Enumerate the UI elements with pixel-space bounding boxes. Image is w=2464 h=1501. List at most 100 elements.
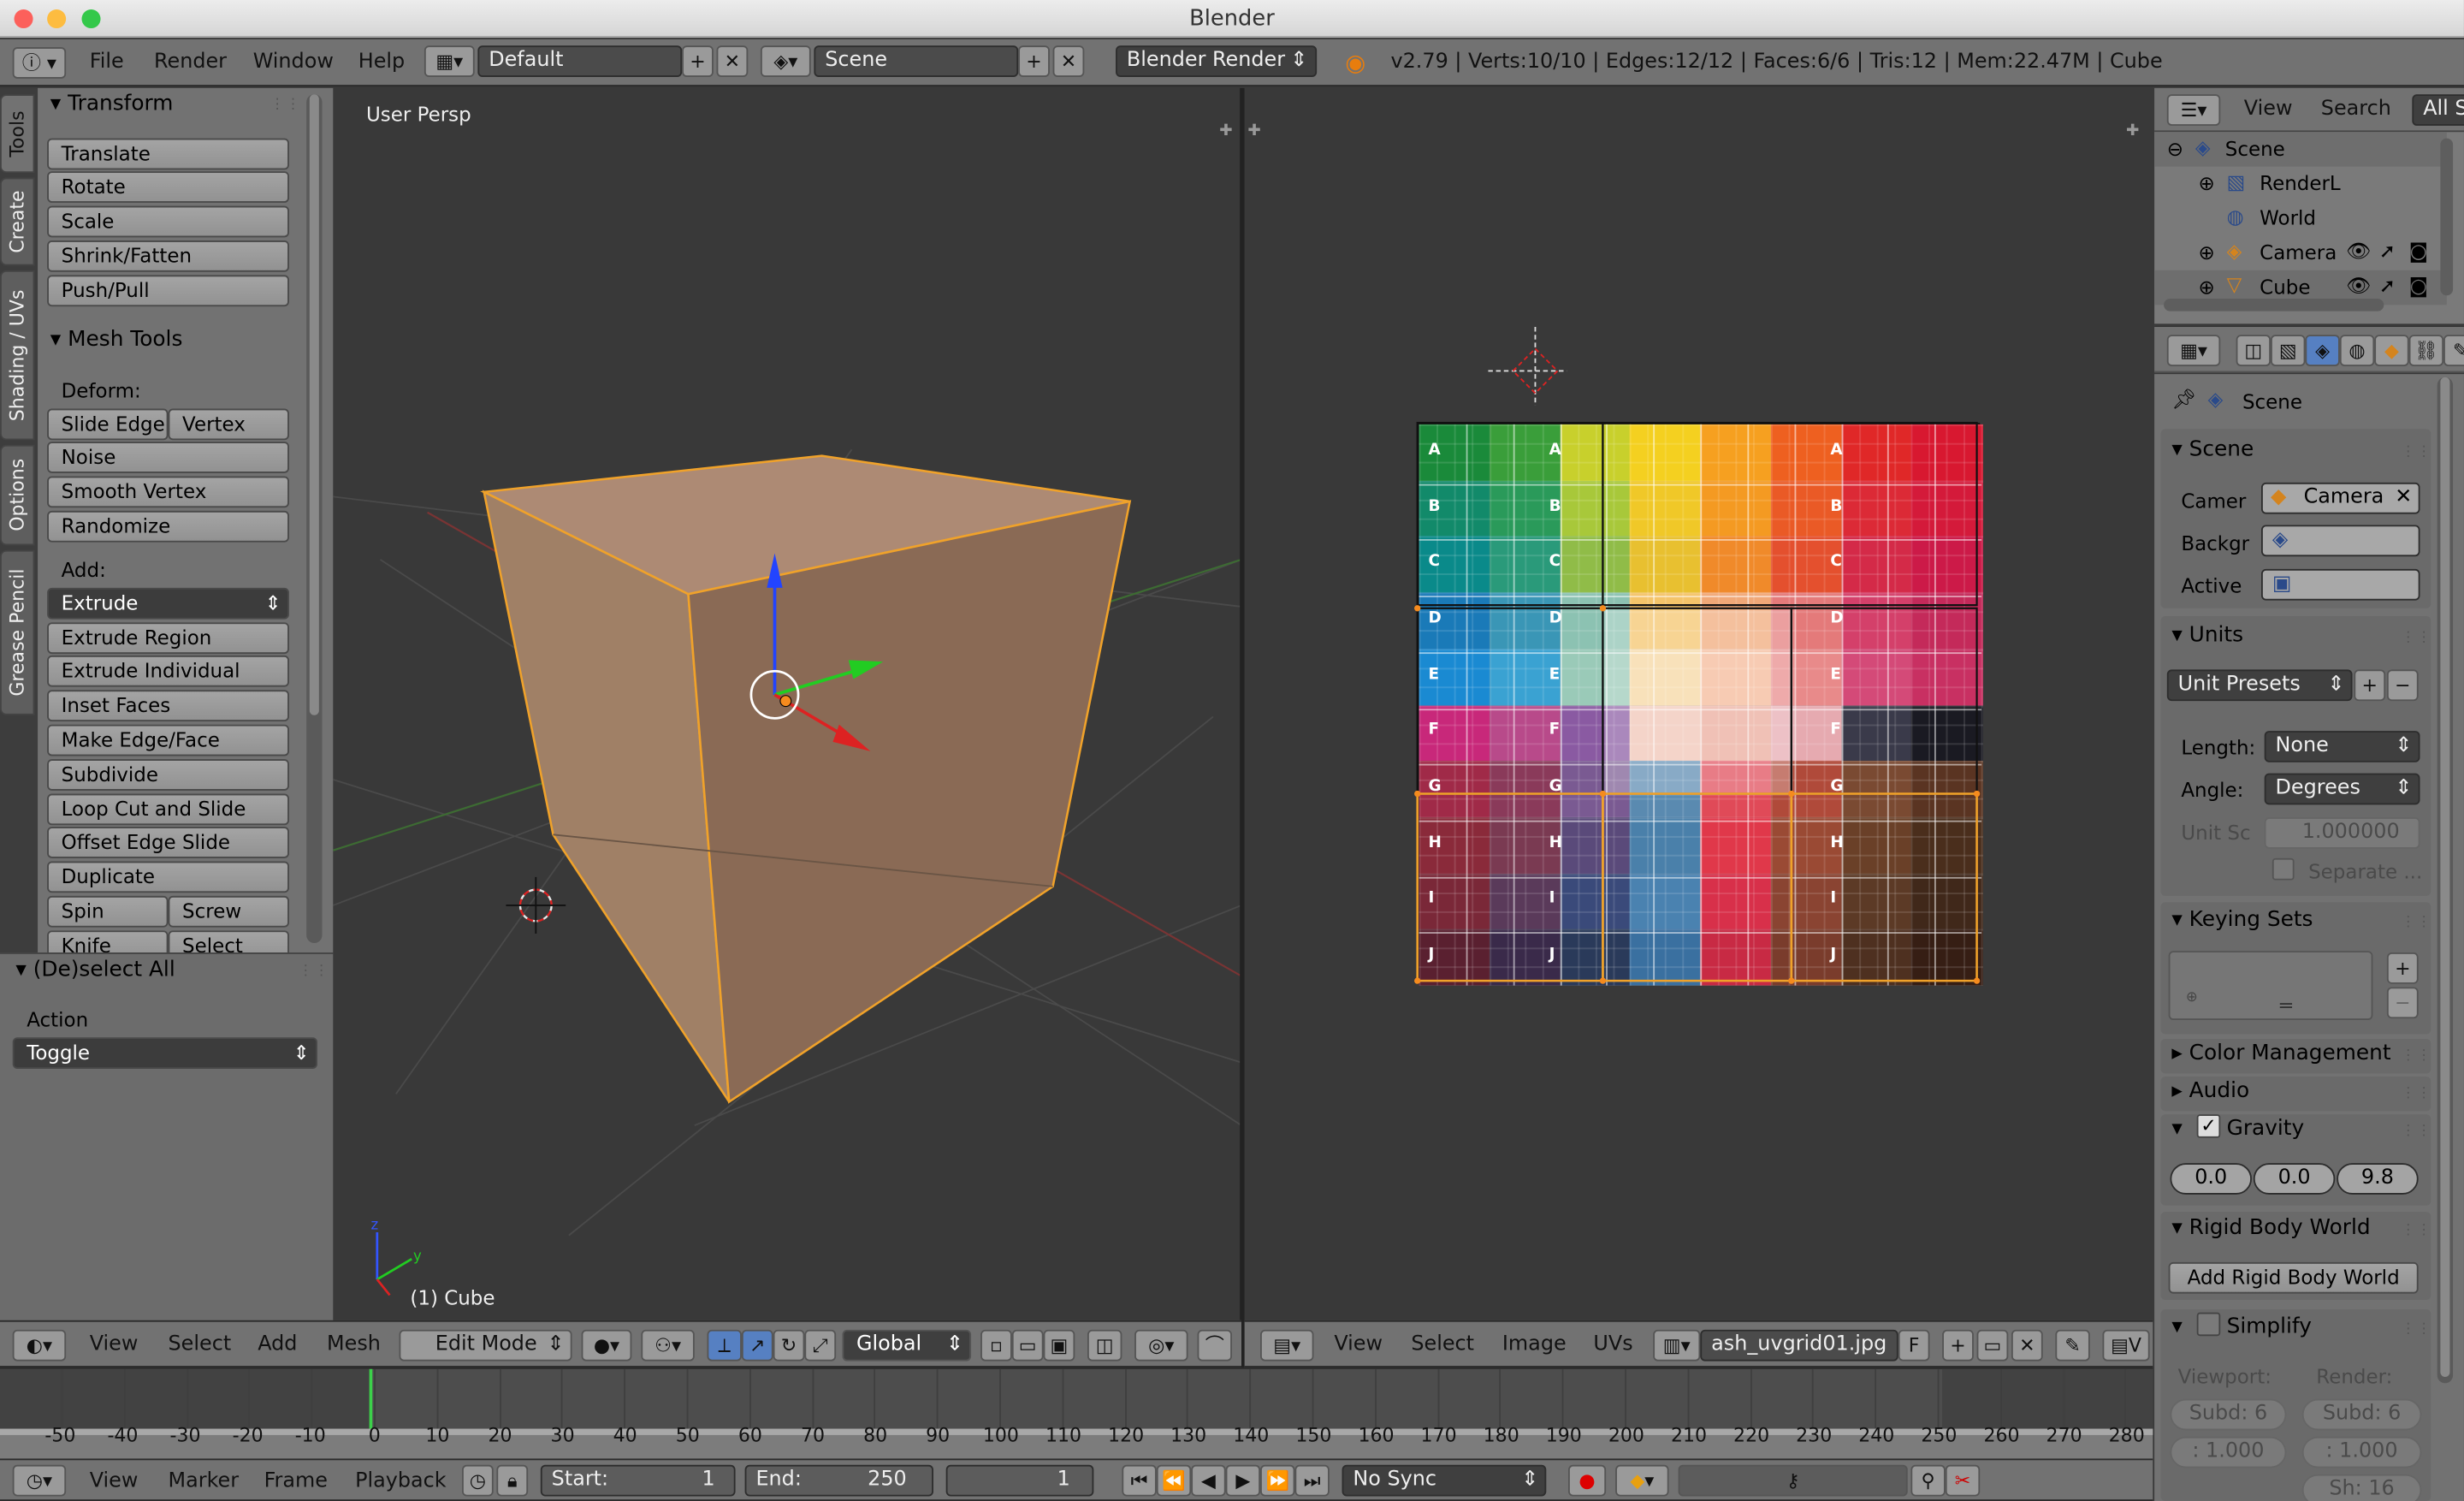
- menu-marker[interactable]: Marker: [169, 1460, 240, 1501]
- menu-view[interactable]: View: [90, 1460, 139, 1501]
- menu-add[interactable]: Add: [258, 1322, 297, 1369]
- extrude-dropdown[interactable]: Extrude ⇕: [47, 587, 289, 620]
- offset-edge-slide-button[interactable]: Offset Edge Slide: [47, 827, 289, 858]
- drag-handle-icon[interactable]: ⋮⋮: [2401, 631, 2432, 646]
- uv-vertex[interactable]: [1599, 605, 1607, 612]
- orientation-dropdown[interactable]: Global ⇕: [842, 1329, 972, 1362]
- menu-view[interactable]: View: [90, 1322, 139, 1369]
- expand-icon[interactable]: ⊕: [2199, 240, 2215, 264]
- shadow-samples-field[interactable]: Sh: 16: [2301, 1474, 2422, 1501]
- uv-vertex[interactable]: [1599, 790, 1607, 798]
- camera-field[interactable]: ◆ Camera ✕: [2261, 482, 2420, 514]
- slide-edge-button[interactable]: Slide Edge: [47, 408, 169, 441]
- pin-icon[interactable]: 📌︎: [2171, 387, 2196, 412]
- editor-type-3d-icon[interactable]: ◐▾: [12, 1329, 67, 1362]
- selectability-cursor-icon[interactable]: ➚: [2379, 239, 2396, 263]
- mode-dropdown[interactable]: Edit Mode ⇕: [399, 1329, 572, 1362]
- smooth-vertex-button[interactable]: Smooth Vertex: [47, 476, 289, 508]
- gravity-y-field[interactable]: 0.0: [2253, 1163, 2336, 1195]
- loop-cut-and-slide-button[interactable]: Loop Cut and Slide: [47, 793, 289, 826]
- play-reverse-icon[interactable]: ◀: [1191, 1464, 1226, 1497]
- layout-name-field[interactable]: Default: [477, 45, 683, 77]
- image-browse-icon[interactable]: ▥▾: [1653, 1329, 1701, 1362]
- collapse-icon[interactable]: ⊖: [2167, 137, 2183, 161]
- uv-vertex[interactable]: [1973, 790, 1981, 798]
- drag-handle-icon[interactable]: ⋮⋮: [270, 98, 302, 113]
- uv-vertex[interactable]: [1788, 790, 1795, 798]
- outliner-vscrollbar[interactable]: [2440, 138, 2454, 296]
- gravity-z-field[interactable]: 9.8: [2337, 1163, 2419, 1195]
- scene-panel-header[interactable]: ▾ Scene: [2171, 437, 2254, 462]
- color-management-panel-header[interactable]: ▸ Color Management: [2171, 1041, 2390, 1065]
- renderability-camera-icon[interactable]: ◙: [2409, 239, 2428, 263]
- editor-type-timeline-icon[interactable]: ◷▾: [12, 1464, 67, 1497]
- drag-handle-icon[interactable]: ⋮⋮: [2401, 1223, 2432, 1238]
- start-frame-field[interactable]: Start: 1: [540, 1464, 736, 1497]
- spin-button[interactable]: Spin: [47, 895, 169, 928]
- remove-preset-icon[interactable]: −: [2386, 669, 2419, 702]
- editor-type-properties-icon[interactable]: ▦▾: [2166, 335, 2221, 366]
- simplify-checkbox[interactable]: [2196, 1312, 2221, 1337]
- separate-units-checkbox[interactable]: [2272, 857, 2295, 881]
- delete-keyframe-icon[interactable]: ✂: [1945, 1464, 1981, 1497]
- uv-island-edge[interactable]: [1602, 792, 1793, 982]
- visibility-eye-icon[interactable]: 👁︎: [2346, 239, 2371, 264]
- uv-island-edge[interactable]: [1602, 421, 1978, 607]
- make-edge-face-button[interactable]: Make Edge/Face: [47, 724, 289, 756]
- units-panel-header[interactable]: ▾ Units: [2171, 622, 2243, 647]
- keying-sets-list[interactable]: ═ ⊕: [2168, 951, 2373, 1021]
- mesh-tools-panel-header[interactable]: ▾ Mesh Tools: [50, 327, 183, 352]
- menu-render[interactable]: Render: [154, 39, 227, 86]
- randomize-button[interactable]: Randomize: [47, 510, 289, 543]
- translate-manipulator-icon[interactable]: ↗: [741, 1329, 773, 1362]
- unlink-image-icon[interactable]: ✕: [2011, 1329, 2043, 1362]
- tab-shading-uvs[interactable]: Shading / UVs: [0, 270, 35, 441]
- outliner-item-world[interactable]: World: [2260, 206, 2316, 230]
- extrude-individual-button[interactable]: Extrude Individual: [47, 655, 289, 687]
- drag-handle-icon[interactable]: ⋮⋮: [2401, 1322, 2432, 1338]
- tab-tools[interactable]: Tools: [0, 94, 35, 174]
- select-button[interactable]: Select: [168, 930, 289, 953]
- new-image-icon[interactable]: +: [1942, 1329, 1974, 1362]
- unit-scale-field[interactable]: 1.000000: [2264, 817, 2420, 849]
- drag-handle-icon[interactable]: ⋮⋮: [2401, 1086, 2432, 1101]
- background-scene-field[interactable]: ◈: [2261, 525, 2420, 557]
- view-mode-icon[interactable]: ▤V: [2102, 1329, 2150, 1362]
- expand-icon[interactable]: ⊕: [2199, 275, 2215, 299]
- remove-scene-icon[interactable]: ✕: [1052, 45, 1085, 77]
- menu-frame[interactable]: Frame: [264, 1460, 328, 1501]
- uv-vertex[interactable]: [1414, 605, 1421, 612]
- tab-grease-pencil[interactable]: Grease Pencil: [0, 549, 35, 715]
- uv-vertex[interactable]: [1973, 977, 1981, 984]
- record-icon[interactable]: ●: [1568, 1464, 1607, 1497]
- editor-type-outliner-icon[interactable]: ☰▾: [2166, 94, 2221, 126]
- constraints-tab-icon[interactable]: ⛓: [2408, 335, 2444, 366]
- editor-type-image-icon[interactable]: ▤▾: [1260, 1329, 1314, 1362]
- pin-icon[interactable]: ✎: [2055, 1329, 2090, 1362]
- scale-button[interactable]: Scale: [47, 205, 289, 238]
- shrink-fatten-button[interactable]: Shrink/Fatten: [47, 240, 289, 272]
- vertex-select-icon[interactable]: ▫: [980, 1329, 1012, 1362]
- current-frame-field[interactable]: 1: [945, 1464, 1094, 1497]
- world-tab-icon[interactable]: ◍: [2339, 335, 2375, 366]
- drag-handle-icon[interactable]: ⋮⋮: [2401, 445, 2432, 460]
- keying-set-icon[interactable]: ◆▾: [1615, 1464, 1669, 1497]
- list-resize-icon[interactable]: ═: [2280, 994, 2292, 1017]
- render-tab-icon[interactable]: ◫: [2236, 335, 2272, 366]
- transform-panel-header[interactable]: ▾ Transform: [50, 92, 174, 116]
- play-icon[interactable]: ▶: [1225, 1464, 1261, 1497]
- jump-keyframe-back-icon[interactable]: ⏪: [1156, 1464, 1192, 1497]
- outliner-display-dropdown[interactable]: All S: [2412, 94, 2464, 126]
- outliner-item-scene[interactable]: Scene: [2225, 137, 2285, 161]
- preview-range-icon[interactable]: ◷: [461, 1464, 494, 1497]
- image-name-field[interactable]: ash_uvgrid01.jpg: [1700, 1329, 1898, 1362]
- menu-view[interactable]: View: [2244, 88, 2293, 132]
- uv-island-edge[interactable]: [1416, 421, 1604, 607]
- toolshelf-scrollbar[interactable]: [306, 94, 323, 944]
- menu-search[interactable]: Search: [2321, 88, 2391, 132]
- minimize-window-button[interactable]: [47, 9, 67, 29]
- keying-sets-panel-header[interactable]: ▾ Keying Sets: [2171, 907, 2313, 932]
- operator-panel-header[interactable]: ▾ (De)select All: [15, 958, 175, 982]
- uv-island-edge[interactable]: [1416, 792, 1604, 982]
- sync-dropdown[interactable]: No Sync ⇕: [1342, 1464, 1547, 1497]
